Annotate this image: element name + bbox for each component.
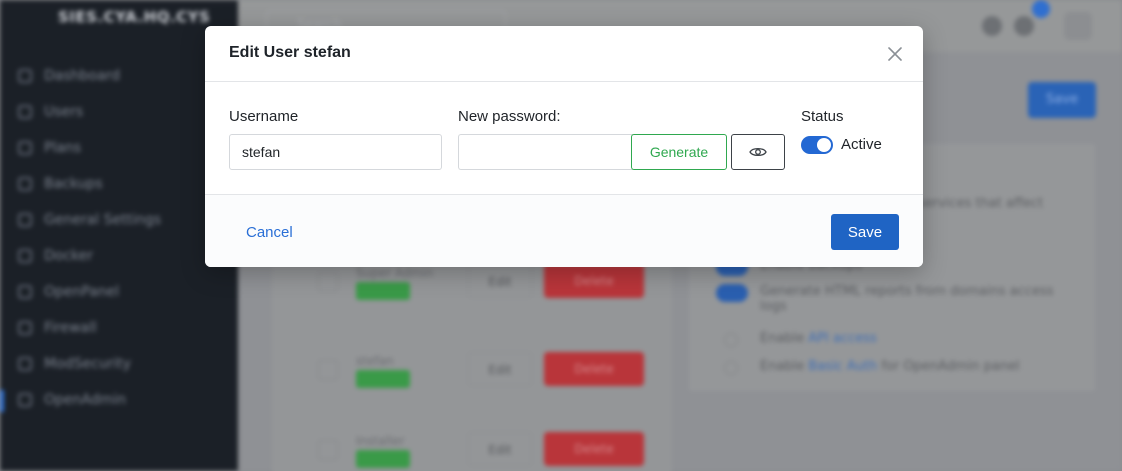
sidebar-nav: Dashboard Users Plans Backups General Se…: [0, 58, 238, 418]
table-row: stefan Edit Delete: [308, 350, 648, 390]
username-input[interactable]: [229, 134, 442, 170]
sidebar-item-openadmin[interactable]: OpenAdmin: [0, 382, 238, 418]
password-input[interactable]: [458, 134, 633, 170]
delete-button[interactable]: Delete: [544, 352, 644, 386]
edit-button[interactable]: Edit: [468, 432, 532, 466]
notification-badge: [1032, 0, 1050, 18]
sidebar-item-modsecurity[interactable]: ModSecurity: [0, 346, 238, 382]
close-button[interactable]: [881, 40, 909, 68]
sidebar-item-docker[interactable]: Docker: [0, 238, 238, 274]
status-value: Active: [841, 136, 882, 153]
show-password-button[interactable]: [731, 134, 785, 170]
status-label: Status: [801, 108, 844, 125]
sidebar-item-backups[interactable]: Backups: [0, 166, 238, 202]
radio-button[interactable]: [724, 361, 738, 375]
api-access-link[interactable]: API access: [808, 331, 877, 346]
sidebar-item-firewall[interactable]: Firewall: [0, 310, 238, 346]
brand-logo: SIES.CYA.HQ.CYS: [58, 8, 211, 26]
modal-footer: Cancel Save: [205, 194, 923, 267]
edit-button[interactable]: Edit: [468, 352, 532, 386]
chevron-down-icon[interactable]: [318, 440, 338, 460]
notifications-icon[interactable]: [1014, 16, 1034, 36]
backups-icon: [18, 177, 32, 191]
table-row: Super Admin Edit Delete: [308, 262, 648, 302]
edit-button[interactable]: Edit: [468, 264, 532, 298]
password-label: New password:: [458, 108, 561, 125]
radio-button[interactable]: [724, 333, 738, 347]
modal-body: Username New password: Generate Status A…: [205, 82, 923, 194]
sidebar-item-general-settings[interactable]: General Settings: [0, 202, 238, 238]
edit-user-modal: Edit User stefan Username New password: …: [205, 26, 923, 267]
user-menu-icon[interactable]: [1064, 12, 1092, 40]
plans-icon: [18, 141, 32, 155]
delete-button[interactable]: Delete: [544, 264, 644, 298]
setting-row: Generate HTML reports from domains acces…: [716, 284, 1056, 320]
cancel-button[interactable]: Cancel: [229, 219, 310, 245]
sidebar-item-openpanel[interactable]: OpenPanel: [0, 274, 238, 310]
modal-header: Edit User stefan: [205, 26, 923, 82]
status-toggle[interactable]: [801, 136, 833, 154]
firewall-icon: [18, 321, 32, 335]
delete-button[interactable]: Delete: [544, 432, 644, 466]
users-icon: [18, 105, 32, 119]
openpanel-icon: [18, 285, 32, 299]
docker-icon: [18, 249, 32, 263]
sidebar-item-dashboard[interactable]: Dashboard: [0, 58, 238, 94]
save-button[interactable]: Save: [831, 214, 899, 250]
eye-icon: [749, 147, 767, 157]
sidebar-item-plans[interactable]: Plans: [0, 130, 238, 166]
modal-title: Edit User stefan: [229, 44, 351, 61]
theme-toggle-icon[interactable]: [982, 16, 1002, 36]
setting-row: Enable Basic Auth for OpenAdmin panel: [716, 359, 1020, 379]
settings-intro-text: services that affect: [918, 196, 1044, 211]
settings-icon: [18, 213, 32, 227]
chevron-down-icon[interactable]: [318, 360, 338, 380]
toggle-switch[interactable]: [716, 284, 748, 302]
sidebar: SIES.CYA.HQ.CYS Dashboard Users Plans Ba…: [0, 0, 238, 471]
toggle-knob: [817, 138, 831, 152]
table-row: Installer Edit Delete: [308, 430, 648, 470]
basic-auth-link[interactable]: Basic Auth: [808, 359, 877, 374]
status-badge: [356, 450, 410, 468]
sidebar-item-users[interactable]: Users: [0, 94, 238, 130]
page-save-button[interactable]: Save: [1028, 82, 1096, 118]
status-badge: [356, 370, 410, 388]
username-label: Username: [229, 108, 299, 125]
status-badge: [356, 282, 410, 300]
setting-row: Enable API access: [716, 331, 881, 351]
chevron-down-icon[interactable]: [318, 272, 338, 292]
close-icon: [888, 47, 902, 61]
modsecurity-icon: [18, 357, 32, 371]
dashboard-icon: [18, 69, 32, 83]
openadmin-icon: [18, 393, 32, 407]
generate-password-button[interactable]: Generate: [631, 134, 727, 170]
